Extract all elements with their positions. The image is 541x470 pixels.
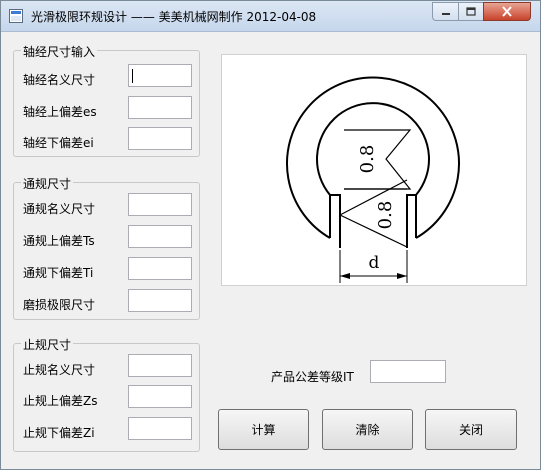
shaft-dimension-group: 轴经尺寸输入 轴经名义尺寸 轴经上偏差es 轴经下偏差ei [13, 43, 200, 157]
roughness-bottom-label: 0.8 [375, 201, 396, 230]
clear-button-label: 清除 [355, 423, 380, 437]
go-upper-input[interactable] [128, 225, 192, 248]
maximize-button[interactable] [458, 2, 484, 21]
roughness-top-label: 0.8 [357, 145, 378, 174]
go-nominal-input[interactable] [128, 193, 192, 216]
go-nominal-label: 通规名义尺寸 [23, 202, 96, 216]
tolerance-grade-input[interactable] [370, 360, 446, 383]
shaft-lower-input[interactable] [128, 127, 192, 150]
nogo-gauge-group: 止规尺寸 止规名义尺寸 止规上偏差Zs 止规下偏差Zi [13, 336, 200, 452]
shaft-nominal-input[interactable] [128, 64, 192, 87]
app-icon [9, 9, 23, 23]
close-icon [502, 6, 512, 17]
shaft-nominal-label: 轴经名义尺寸 [23, 73, 96, 87]
close-button[interactable]: 关闭 [425, 409, 517, 450]
go-lower-input[interactable] [128, 257, 192, 280]
maximize-icon [466, 6, 476, 16]
go-group-legend: 通规尺寸 [21, 175, 74, 192]
nogo-upper-input[interactable] [128, 385, 192, 408]
close-button-label: 关闭 [458, 423, 483, 437]
minimize-icon [441, 12, 450, 15]
nogo-nominal-input[interactable] [128, 354, 192, 377]
nogo-group-legend: 止规尺寸 [21, 336, 74, 353]
window-title: 光滑极限环规设计 —— 美美机械网制作 2012-04-08 [31, 10, 317, 24]
calculate-button-label: 计算 [251, 423, 276, 437]
wear-limit-input[interactable] [128, 289, 192, 312]
text-caret [132, 69, 133, 83]
nogo-lower-label: 止规下偏差Zi [23, 426, 95, 440]
close-window-button[interactable] [483, 2, 531, 21]
clear-button[interactable]: 清除 [322, 409, 413, 450]
shaft-group-legend: 轴经尺寸输入 [21, 43, 98, 60]
title-bar[interactable]: 光滑极限环规设计 —— 美美机械网制作 2012-04-08 [1, 1, 540, 32]
go-upper-label: 通规上偏差Ts [23, 234, 95, 248]
ring-gauge-diagram: 0.8 0.8 d [221, 54, 527, 286]
nogo-upper-label: 止规上偏差Zs [23, 394, 98, 408]
ring-gauge-drawing: 0.8 0.8 d [286, 76, 460, 283]
form-area: 轴经尺寸输入 轴经名义尺寸 轴经上偏差es 轴经下偏差ei 通规尺寸 通规名义尺… [9, 32, 532, 462]
minimize-button[interactable] [432, 2, 459, 21]
nogo-lower-input[interactable] [128, 417, 192, 440]
nogo-nominal-label: 止规名义尺寸 [23, 363, 96, 377]
shaft-upper-label: 轴经上偏差es [23, 105, 97, 119]
calculate-button[interactable]: 计算 [218, 409, 309, 450]
tolerance-grade-label: 产品公差等级IT [271, 370, 354, 384]
go-gauge-group: 通规尺寸 通规名义尺寸 通规上偏差Ts 通规下偏差Ti 磨损极限尺寸 [13, 175, 200, 320]
wear-limit-label: 磨损极限尺寸 [23, 298, 96, 312]
app-window: 光滑极限环规设计 —— 美美机械网制作 2012-04-08 轴经尺寸输入 轴经… [0, 0, 541, 470]
shaft-upper-input[interactable] [128, 96, 192, 119]
dimension-label: d [369, 253, 380, 273]
shaft-lower-label: 轴经下偏差ei [23, 136, 94, 150]
go-lower-label: 通规下偏差Ti [23, 266, 94, 280]
